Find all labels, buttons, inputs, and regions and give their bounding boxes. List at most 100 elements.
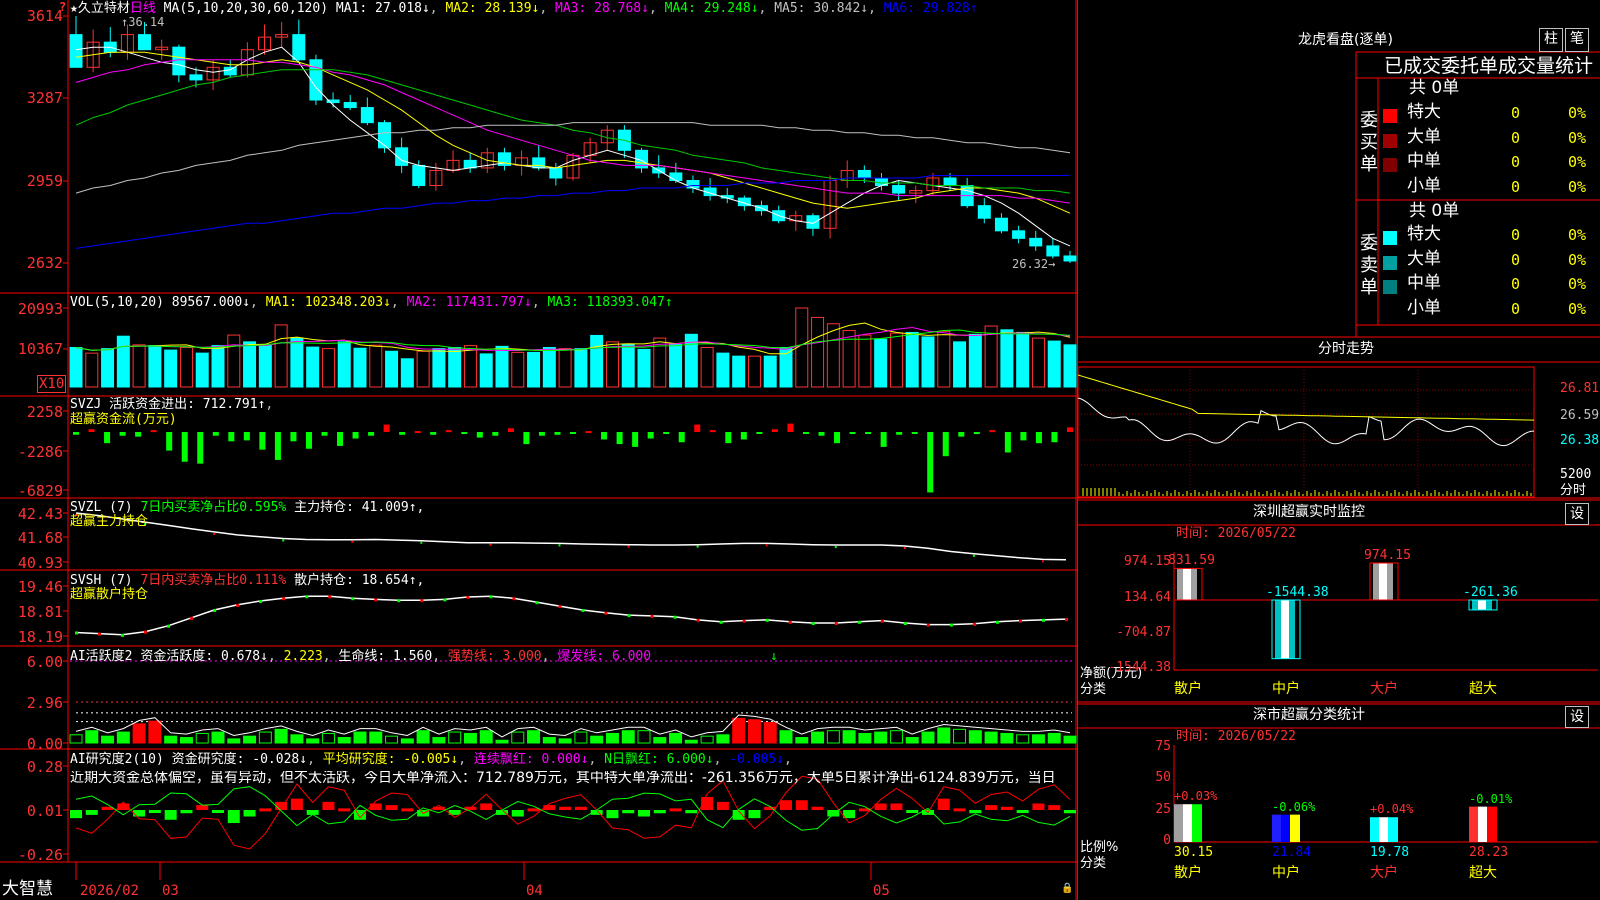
szmon-category: 散户 <box>1174 681 1202 697</box>
holding-tick <box>535 601 539 605</box>
air-y-label: -0.26 <box>17 846 63 864</box>
stock-name[interactable]: ★久立特材 <box>70 1 130 16</box>
fund-flow-bar <box>771 429 778 432</box>
fund-flow-bar <box>476 432 483 438</box>
fund-flow-bar <box>958 432 965 437</box>
svsh-y-label: 19.46 <box>17 578 63 596</box>
research-bar <box>70 810 82 819</box>
sell-row-percent: 0% <box>1568 275 1587 293</box>
research-bar <box>748 810 761 819</box>
szclass-bar <box>1281 814 1290 842</box>
volume-bar-down <box>574 348 588 388</box>
bar-mode-button[interactable]: 柱 <box>1539 28 1563 52</box>
buy-row-label: 大单 <box>1407 126 1441 147</box>
activity-bar <box>243 735 257 744</box>
ai2-label5: 爆发线: 6.000 <box>557 649 652 664</box>
svzl-label1: 7日内买卖净占比0.595% <box>140 500 287 515</box>
activity-bar <box>69 734 83 744</box>
ai-research-header: AI研究度2(10) 资金研究度: -0.028↓, 平均研究度: -0.005… <box>70 752 792 767</box>
svzj-header: SVZJ 活跃资金进出: 712.791↑, <box>70 397 274 412</box>
activity-bar <box>669 732 683 744</box>
volume-bar-up <box>511 351 525 388</box>
volume-bar-down <box>1000 329 1014 388</box>
research-bar <box>148 810 161 813</box>
candle-down <box>1012 230 1026 239</box>
fund-flow-bar <box>973 432 980 434</box>
activity-bar <box>416 730 430 744</box>
volume-bar-down <box>953 341 967 388</box>
fund-flow-bar <box>523 432 530 445</box>
candle-down <box>377 122 391 149</box>
holding-tick <box>604 611 608 615</box>
volume-bar-down <box>448 346 462 388</box>
holding-tick <box>75 631 78 635</box>
sell-row-percent: 0% <box>1568 250 1587 269</box>
candle-down <box>686 179 700 189</box>
activity-bar <box>132 723 146 744</box>
fund-flow-bar <box>787 423 794 432</box>
activity-bar <box>637 730 651 744</box>
szclass-settings-button[interactable]: 设 <box>1565 706 1589 728</box>
chart-area[interactable]: ↓ ★久立特材日线 MA(5,10,20,30,60,120) MA1: 27.… <box>0 0 1077 900</box>
svsh-y-label: 18.81 <box>17 603 63 621</box>
fund-flow-bar <box>678 432 685 443</box>
fund-flow-bar <box>538 432 545 436</box>
research-bar <box>780 800 792 810</box>
tick-mode-button[interactable]: 笔 <box>1565 28 1589 52</box>
sell-row-label: 小单 <box>1407 297 1441 318</box>
ma-line-ma3 <box>75 59 1071 204</box>
volume-bar-down <box>243 341 257 388</box>
activity-bar <box>558 738 572 744</box>
buy-row-label: 中单 <box>1407 151 1441 171</box>
holding-tick <box>489 595 493 599</box>
szmon-bar <box>1183 568 1191 600</box>
research-bar <box>969 810 982 814</box>
intraday-unit: 分时 <box>1560 483 1587 498</box>
szmon-settings-button[interactable]: 设 <box>1565 503 1589 525</box>
volume-bar-down <box>479 353 493 388</box>
szclass-bar <box>1487 806 1497 842</box>
vol-ma2: MA2: 117431.797↓ <box>406 295 532 310</box>
fund-flow-bar <box>445 430 452 433</box>
volume-bar-up <box>227 334 241 388</box>
ai2-label4: 强势线: 3.000 <box>447 649 542 664</box>
fund-flow-bar <box>942 432 949 457</box>
fund-flow-bar <box>492 432 499 436</box>
fund-flow-bar <box>228 432 235 442</box>
candle-down <box>223 66 237 76</box>
research-bar <box>685 810 698 814</box>
holding-tick <box>282 539 285 542</box>
holding-tick <box>949 623 953 627</box>
sell-row-value: 0 <box>1511 250 1521 269</box>
szclass-bar <box>1478 806 1487 842</box>
activity-bar <box>448 731 462 744</box>
activity-bar <box>1016 734 1030 744</box>
ai-commentary: 近期大资金总体偏空，虽有异动，但不太活跃，今日大单净流入：712.789万元，其… <box>70 771 1056 785</box>
fund-flow-bar <box>274 432 281 460</box>
buy-row-value: 0 <box>1511 177 1521 196</box>
research-bar <box>906 810 919 813</box>
vol-unit-label[interactable]: X10 <box>37 375 67 393</box>
intraday-y-label: 26.38 <box>1560 433 1600 448</box>
ma-params: MA(5,10,20,30,60,120) <box>163 1 329 16</box>
ai2-header: AI活跃度2 资金活跃度: 0.678↓, 2.223, 生命线: 1.560,… <box>70 649 652 664</box>
brand-logo[interactable]: 大智慧 <box>2 881 53 898</box>
period-label[interactable]: 日线 <box>130 1 156 16</box>
activity-bar <box>148 720 162 744</box>
lock-icon[interactable]: 🔒 <box>1061 884 1073 894</box>
fund-flow-bar <box>663 432 670 434</box>
air-name: AI研究度2(10) <box>70 752 164 767</box>
svzj-y-label: 2258 <box>26 403 63 421</box>
candle-down <box>292 34 306 61</box>
research-bar <box>227 810 240 824</box>
right-panel: 龙虎看盘(逐单) 柱 笔 已成交委托单成交量统计 委买单 共 0单 特大 0 0% 大… <box>1077 0 1600 900</box>
holding-tick <box>351 597 355 601</box>
activity-bar <box>653 737 667 744</box>
activity-bar <box>179 737 193 744</box>
holding-tick <box>834 546 837 549</box>
candle-down <box>892 185 906 194</box>
activity-bar <box>511 731 525 744</box>
volume-bar-down <box>400 358 414 388</box>
research-bar <box>338 808 351 812</box>
svzl-y-label: 40.93 <box>17 554 63 572</box>
